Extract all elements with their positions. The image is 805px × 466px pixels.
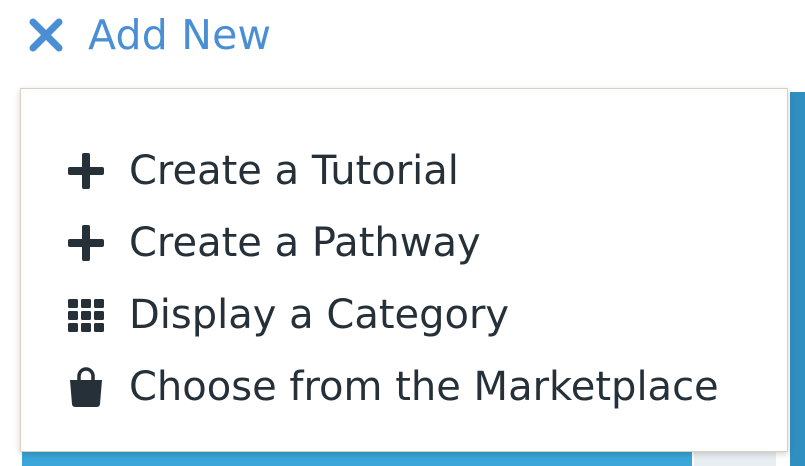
add-new-menu: Create a Tutorial Create a Pathway Displ… xyxy=(65,135,719,423)
add-new-label: Add New xyxy=(88,11,272,59)
plus-icon xyxy=(65,150,107,192)
menu-item-label: Display a Category xyxy=(129,292,510,338)
menu-item-create-tutorial[interactable]: Create a Tutorial xyxy=(65,135,719,207)
menu-item-choose-marketplace[interactable]: Choose from the Marketplace xyxy=(65,351,719,423)
menu-item-label: Create a Tutorial xyxy=(129,148,459,194)
menu-item-display-category[interactable]: Display a Category xyxy=(65,279,719,351)
background-strip xyxy=(790,92,805,466)
plus-icon xyxy=(65,222,107,264)
screen: Add New Create a Tutorial Create a Pathw… xyxy=(0,0,805,466)
add-new-toggle[interactable]: Add New xyxy=(28,10,271,60)
menu-item-create-pathway[interactable]: Create a Pathway xyxy=(65,207,719,279)
shopping-bag-icon xyxy=(65,366,107,408)
close-icon[interactable] xyxy=(28,17,64,53)
menu-item-label: Create a Pathway xyxy=(129,220,481,266)
menu-item-label: Choose from the Marketplace xyxy=(129,364,719,410)
add-new-dropdown: Create a Tutorial Create a Pathway Displ… xyxy=(20,88,788,452)
grid-icon xyxy=(65,294,107,336)
